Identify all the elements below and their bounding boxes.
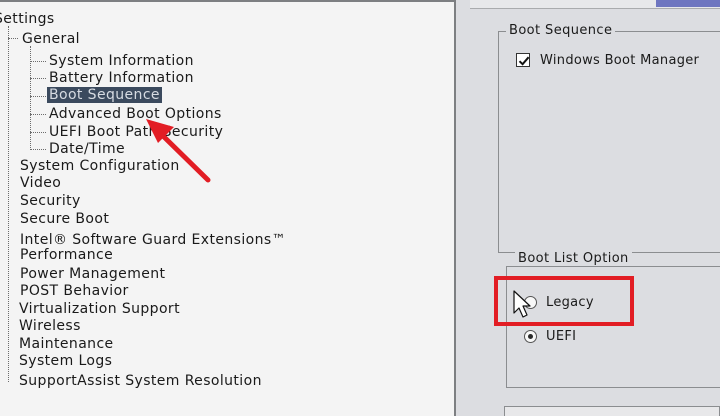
tree-item-general[interactable]: General: [22, 31, 80, 47]
tree-item-power-management[interactable]: Power Management: [20, 266, 165, 282]
tree-branch: [30, 96, 46, 97]
bios-setup-screen: Settings General System Information Batt…: [0, 0, 720, 416]
tree-item-system-configuration[interactable]: System Configuration: [20, 158, 180, 174]
legacy-highlight-box: [494, 276, 634, 326]
tree-item-advanced-boot-options[interactable]: Advanced Boot Options: [49, 106, 222, 122]
tree-item-post-behavior[interactable]: POST Behavior: [20, 283, 129, 299]
tree-item-uefi-boot-path-security[interactable]: UEFI Boot Path Security: [49, 124, 223, 140]
tree-item-performance[interactable]: Performance: [20, 247, 113, 263]
top-strip-accent: [656, 0, 720, 7]
tree-branch: [30, 132, 46, 133]
tree-item-virtualization-support[interactable]: Virtualization Support: [19, 301, 180, 317]
tree-item-system-logs[interactable]: System Logs: [19, 353, 112, 369]
tree-item-maintenance[interactable]: Maintenance: [19, 336, 114, 352]
tree-item-supportassist[interactable]: SupportAssist System Resolution: [19, 373, 262, 389]
tree-branch: [30, 78, 46, 79]
tree-item-system-information[interactable]: System Information: [49, 53, 194, 69]
bottom-panel-edge: [504, 406, 720, 416]
windows-boot-manager-label: Windows Boot Manager: [540, 53, 700, 68]
tree-item-security[interactable]: Security: [20, 193, 81, 209]
tree-item-boot-sequence[interactable]: Boot Sequence: [47, 87, 162, 103]
uefi-radio[interactable]: [524, 330, 537, 343]
tree-item-wireless[interactable]: Wireless: [19, 318, 81, 334]
tree-branch: [30, 114, 46, 115]
tree-branch: [8, 38, 18, 39]
tree-branch: [30, 149, 46, 150]
tree-item-secure-boot[interactable]: Secure Boot: [20, 211, 109, 227]
tree-root-settings[interactable]: Settings: [0, 11, 55, 27]
checkmark-icon: [518, 56, 530, 66]
windows-boot-manager-checkbox[interactable]: [516, 53, 530, 67]
tree-item-battery-information[interactable]: Battery Information: [49, 70, 194, 86]
uefi-label: UEFI: [546, 329, 577, 344]
tree-item-date-time[interactable]: Date/Time: [49, 141, 125, 157]
radio-selected-dot: [528, 334, 533, 339]
tree-guide-root: [8, 26, 9, 382]
tree-item-video[interactable]: Video: [20, 175, 61, 191]
tree-branch: [30, 61, 46, 62]
boot-sequence-title: Boot Sequence: [506, 23, 616, 38]
boot-list-option-title: Boot List Option: [515, 251, 632, 266]
tree-item-intel-sgx[interactable]: Intel® Software Guard Extensions™: [20, 232, 286, 248]
